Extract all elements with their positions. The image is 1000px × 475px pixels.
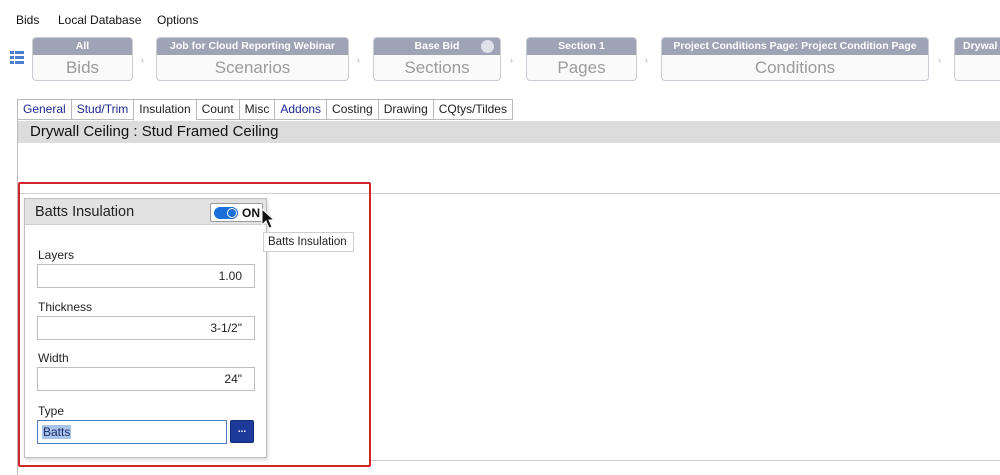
- type-value: Batts: [42, 425, 72, 439]
- menu-bids[interactable]: Bids: [16, 13, 39, 27]
- tooltip: Batts Insulation: [263, 232, 354, 252]
- mouse-pointer-icon: [261, 208, 276, 229]
- breadcrumb-condition-item[interactable]: Drywal: [954, 37, 1000, 81]
- tab-cqtys-tildes[interactable]: CQtys/Tildes: [432, 99, 513, 120]
- person-icon: [481, 40, 494, 53]
- tab-count[interactable]: Count: [195, 99, 239, 120]
- grid-view-icon[interactable]: [10, 51, 24, 65]
- menu-local-database[interactable]: Local Database: [58, 13, 141, 27]
- toggle-label: ON: [242, 206, 260, 220]
- thickness-label: Thickness: [38, 300, 93, 314]
- type-label: Type: [38, 404, 65, 418]
- type-browse-button[interactable]: ...: [230, 420, 254, 443]
- type-field[interactable]: Batts: [37, 420, 227, 444]
- width-label: Width: [38, 351, 69, 365]
- breadcrumb-bids-top: All: [33, 38, 132, 55]
- breadcrumb-sections-label: Sections: [404, 58, 470, 77]
- tab-addons[interactable]: Addons: [274, 99, 327, 120]
- breadcrumb-pages-label: Pages: [557, 58, 606, 77]
- menu-options[interactable]: Options: [157, 13, 198, 27]
- breadcrumb-conditions[interactable]: Project Conditions Page: Project Conditi…: [661, 37, 929, 81]
- breadcrumb-separator-icon: ›: [938, 55, 941, 65]
- breadcrumb-scenarios-top: Job for Cloud Reporting Webinar: [157, 38, 348, 55]
- tab-stud-trim[interactable]: Stud/Trim: [70, 99, 134, 120]
- tab-general[interactable]: General: [17, 99, 71, 120]
- menu-bar: Bids Local Database Options: [0, 0, 1000, 34]
- card-title: Batts Insulation: [35, 204, 135, 220]
- breadcrumb-conditions-top: Project Conditions Page: Project Conditi…: [662, 38, 928, 55]
- breadcrumb-separator-icon: ›: [357, 55, 360, 65]
- width-field[interactable]: 24": [37, 367, 255, 391]
- breadcrumb-sections-top: Base Bid: [414, 40, 460, 52]
- breadcrumb-condition-item-label: [955, 55, 1000, 80]
- tab-drawing[interactable]: Drawing: [377, 99, 433, 120]
- breadcrumb-separator-icon: ›: [510, 55, 513, 65]
- breadcrumb-pages-top: Section 1: [527, 38, 636, 55]
- batts-insulation-toggle[interactable]: ON: [210, 203, 263, 222]
- breadcrumb-bids-label: Bids: [65, 58, 100, 77]
- breadcrumb-pages[interactable]: Section 1 Pages: [526, 37, 637, 81]
- breadcrumb-scenarios-label: Scenarios: [214, 58, 291, 77]
- layers-field[interactable]: 1.00: [37, 264, 255, 288]
- tab-insulation[interactable]: Insulation: [133, 99, 196, 121]
- toggle-switch-icon: [214, 207, 238, 219]
- layers-label: Layers: [38, 248, 75, 262]
- breadcrumb-condition-item-top: Drywal: [955, 38, 1000, 55]
- breadcrumb-bids[interactable]: All Bids: [32, 37, 133, 81]
- breadcrumb-sections[interactable]: Base Bid Sections: [373, 37, 501, 81]
- batts-insulation-card: Batts Insulation ON Layers 1.00 Thicknes…: [24, 198, 267, 458]
- breadcrumb-scenarios[interactable]: Job for Cloud Reporting Webinar Scenario…: [156, 37, 349, 81]
- breadcrumb-separator-icon: ›: [645, 55, 648, 65]
- tab-strip: General Stud/Trim Insulation Count Misc …: [17, 99, 513, 121]
- divider: [370, 460, 1000, 461]
- condition-title: Drywall Ceiling : Stud Framed Ceiling: [18, 121, 1000, 143]
- card-header: Batts Insulation ON: [25, 199, 266, 225]
- breadcrumb-conditions-label: Conditions: [754, 58, 836, 77]
- thickness-field[interactable]: 3-1/2": [37, 316, 255, 340]
- breadcrumb-separator-icon: ›: [141, 55, 144, 65]
- tab-costing[interactable]: Costing: [326, 99, 378, 120]
- tab-misc[interactable]: Misc: [238, 99, 275, 120]
